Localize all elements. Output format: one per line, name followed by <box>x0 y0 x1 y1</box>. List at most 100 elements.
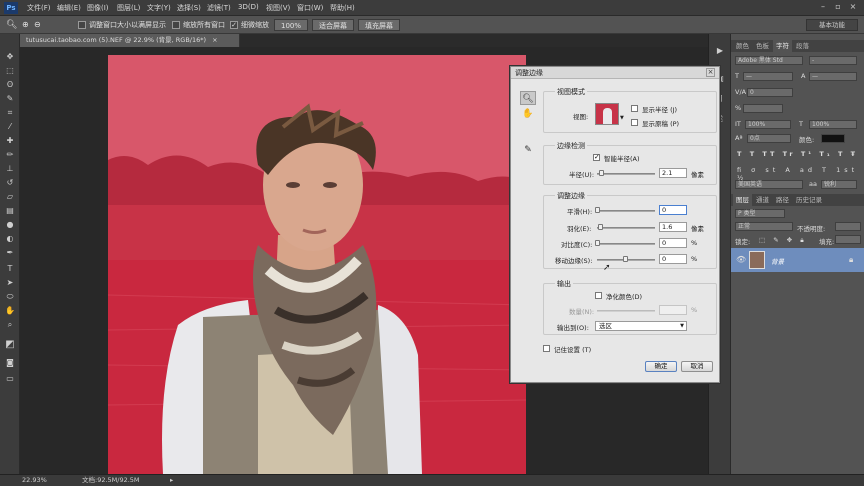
zoom-out-icon[interactable]: ⊖ <box>34 19 41 31</box>
menu-type[interactable]: 文字(Y) <box>147 3 171 13</box>
radius-input[interactable]: 2.1 <box>659 168 687 178</box>
view-dropdown-icon[interactable]: ▼ <box>620 115 624 121</box>
tab-channels[interactable]: 通道 <box>753 194 772 206</box>
contrast-slider-handle[interactable] <box>595 240 600 246</box>
document-tab[interactable]: tutusucai.taobao.com (5).NEF @ 22.9% (背景… <box>20 34 240 47</box>
layer-name[interactable]: 背景 <box>771 256 784 266</box>
move-tool-icon[interactable]: ✥ <box>4 52 16 62</box>
kerning-field[interactable]: 0 <box>747 88 793 97</box>
fill-screen-button[interactable]: 填充屏幕 <box>358 19 400 31</box>
minimize-icon[interactable]: – <box>818 2 828 12</box>
shift-edge-slider-handle[interactable] <box>623 256 628 262</box>
zoom-tool-icon[interactable]: ⌕ <box>4 320 16 330</box>
menu-image[interactable]: 图像(I) <box>87 3 109 13</box>
scrubby-zoom-option[interactable]: ✓ 细微缩放 <box>230 19 269 31</box>
blend-mode-select[interactable]: 正常 <box>735 222 793 231</box>
tab-history[interactable]: 历史记录 <box>793 194 825 206</box>
menu-3d[interactable]: 3D(D) <box>238 3 259 11</box>
zoom-tool-icon[interactable]: 🔍︎ <box>520 91 536 105</box>
close-icon[interactable]: × <box>848 2 858 12</box>
view-mode-thumbnail[interactable] <box>595 103 619 125</box>
resize-windows-option[interactable]: 调整窗口大小以满屏显示 <box>78 19 166 31</box>
smooth-slider-handle[interactable] <box>595 207 600 213</box>
crop-tool-icon[interactable]: ⌗ <box>4 108 16 118</box>
document-image[interactable] <box>108 55 526 474</box>
path-select-tool-icon[interactable]: ➤ <box>4 278 16 288</box>
show-radius-checkbox[interactable] <box>631 105 638 112</box>
output-to-select[interactable]: 选区 ▼ <box>595 321 687 331</box>
quick-select-tool-icon[interactable]: ✎ <box>4 94 16 104</box>
menu-window[interactable]: 窗口(W) <box>297 3 323 13</box>
decontaminate-checkbox[interactable] <box>595 292 602 299</box>
vertical-scale-field[interactable]: 100% <box>745 120 791 129</box>
fit-screen-button[interactable]: 适合屏幕 <box>312 19 354 31</box>
play-icon[interactable]: ▶ <box>714 46 726 56</box>
pen-tool-icon[interactable]: ✒ <box>4 248 16 258</box>
smooth-slider[interactable] <box>597 210 655 212</box>
menu-select[interactable]: 选择(S) <box>177 3 201 13</box>
opacity-field[interactable] <box>835 222 861 231</box>
tab-character[interactable]: 字符 <box>773 40 792 52</box>
font-style-select[interactable]: - <box>809 56 857 65</box>
color-swatches-icon[interactable]: ◩ <box>4 340 16 350</box>
menu-file[interactable]: 文件(F) <box>27 3 51 13</box>
restore-icon[interactable]: ▫ <box>833 2 843 12</box>
feather-slider-handle[interactable] <box>598 224 603 230</box>
zoom-all-checkbox[interactable] <box>172 21 180 29</box>
lock-icons[interactable]: ⬚ ✎ ✥ 🔒︎ <box>759 236 807 245</box>
language-select[interactable]: 美国英语 <box>735 180 803 189</box>
eyedropper-tool-icon[interactable]: ⁄ <box>4 122 16 132</box>
remember-settings-checkbox[interactable] <box>543 345 550 352</box>
smooth-input[interactable]: 0 <box>659 205 687 215</box>
healing-brush-tool-icon[interactable]: ✚ <box>4 136 16 146</box>
menu-layer[interactable]: 图层(L) <box>117 3 140 13</box>
eraser-tool-icon[interactable]: ▱ <box>4 192 16 202</box>
clone-stamp-tool-icon[interactable]: ⊥ <box>4 164 16 174</box>
font-family-select[interactable]: Adobe 黑体 Std <box>735 56 803 65</box>
blur-tool-icon[interactable]: ● <box>4 220 16 230</box>
history-brush-tool-icon[interactable]: ↺ <box>4 178 16 188</box>
zoom-100-button[interactable]: 100% <box>274 19 309 31</box>
text-color-swatch[interactable] <box>821 134 845 143</box>
marquee-tool-icon[interactable]: ⬚ <box>4 66 16 76</box>
feather-slider[interactable] <box>597 227 655 229</box>
shift-edge-input[interactable]: 0 <box>659 254 687 264</box>
resize-windows-checkbox[interactable] <box>78 21 86 29</box>
radius-slider-handle[interactable] <box>599 170 604 176</box>
baseline-shift-field[interactable]: 0点 <box>747 134 791 143</box>
radius-slider[interactable] <box>597 173 655 175</box>
menu-filter[interactable]: 滤镜(T) <box>207 3 231 13</box>
tab-paragraph[interactable]: 段落 <box>793 40 812 52</box>
zoom-level[interactable]: 22.93% <box>22 475 47 486</box>
ok-button[interactable]: 确定 <box>645 361 677 372</box>
feather-input[interactable]: 1.6 <box>659 222 687 232</box>
text-style-buttons[interactable]: T T TT Tr T¹ T₁ T Ŧ <box>737 150 858 158</box>
menu-edit[interactable]: 编辑(E) <box>57 3 81 13</box>
menu-help[interactable]: 帮助(H) <box>330 3 355 13</box>
zoom-tool-icon[interactable]: 🔍︎ <box>6 19 17 31</box>
font-size-field[interactable]: — <box>743 72 793 81</box>
contrast-slider[interactable] <box>597 243 655 245</box>
visibility-eye-icon[interactable]: 👁︎ <box>736 255 746 264</box>
refine-radius-tool-icon[interactable]: ✎ <box>520 143 536 157</box>
contrast-input[interactable]: 0 <box>659 238 687 248</box>
show-original-checkbox[interactable] <box>631 119 638 126</box>
type-tool-icon[interactable]: T <box>4 264 16 274</box>
horizontal-scale-field[interactable]: 100% <box>809 120 857 129</box>
dodge-tool-icon[interactable]: ◐ <box>4 234 16 244</box>
zoom-in-icon[interactable]: ⊕ <box>22 19 29 31</box>
hand-tool-icon[interactable]: ✋ <box>4 306 16 316</box>
lasso-tool-icon[interactable]: ʘ <box>4 80 16 90</box>
leading-field[interactable]: — <box>809 72 857 81</box>
menu-view[interactable]: 视图(V) <box>266 3 290 13</box>
tab-paths[interactable]: 路径 <box>773 194 792 206</box>
workspace-select[interactable]: 基本功能 <box>806 19 858 31</box>
layer-row-background[interactable]: 👁︎ 背景 🔒︎ <box>731 248 864 272</box>
scrubby-zoom-checkbox[interactable]: ✓ <box>230 21 238 29</box>
dialog-close-icon[interactable]: × <box>706 68 715 77</box>
hand-tool-icon[interactable]: ✋ <box>520 107 536 121</box>
fill-field[interactable] <box>835 235 861 244</box>
tab-layers[interactable]: 图层 <box>733 194 752 206</box>
gradient-tool-icon[interactable]: ▤ <box>4 206 16 216</box>
zoom-all-option[interactable]: 缩放所有窗口 <box>172 19 225 31</box>
